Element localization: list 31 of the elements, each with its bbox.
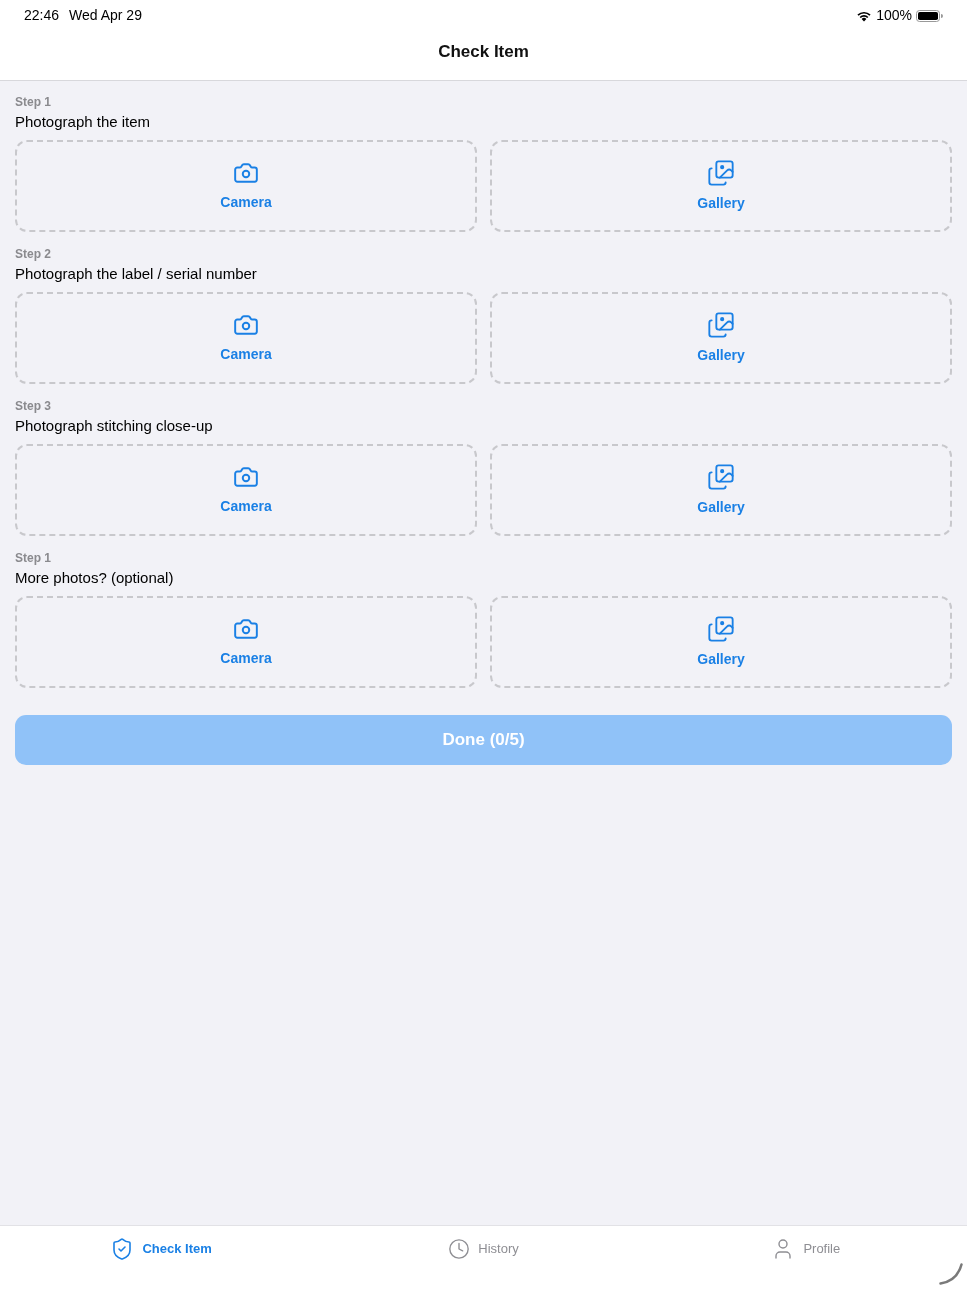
pictures-icon: [707, 462, 735, 491]
wifi-icon: [856, 9, 873, 22]
tab-bar-item[interactable]: Profile: [771, 1236, 841, 1262]
arc-icon: [939, 1263, 963, 1285]
tab-bar-item[interactable]: Check Item: [110, 1236, 212, 1262]
step-label: Step 1: [15, 551, 52, 566]
pictures-icon: [707, 310, 735, 339]
screen-title: Check Item: [438, 40, 529, 63]
battery-percentage: 100%: [876, 6, 912, 25]
step-label: Step 3: [15, 399, 52, 414]
gallery-button[interactable]: Gallery: [490, 140, 952, 232]
pictures-icon: [707, 158, 735, 187]
clock-icon: [448, 1238, 471, 1260]
step-title: Photograph stitching close-up: [15, 416, 214, 436]
step-label: Step 1: [15, 95, 52, 110]
battery-icon: [916, 9, 943, 22]
camera-button[interactable]: Camera: [15, 140, 477, 232]
camera-button[interactable]: Camera: [15, 292, 477, 384]
step-title: More photos? (optional): [15, 568, 175, 588]
gallery-button[interactable]: Gallery: [490, 596, 952, 688]
step-title: Photograph the label / serial number: [15, 264, 258, 284]
pictures-icon: [707, 614, 735, 643]
step-title: Photograph the item: [15, 112, 152, 132]
gallery-button[interactable]: Gallery: [490, 444, 952, 536]
status-date: Wed Apr 29: [69, 6, 142, 25]
status-time: 22:46: [24, 6, 60, 25]
step-label: Step 2: [15, 247, 52, 262]
camera-button[interactable]: Camera: [15, 444, 477, 536]
tab-bar-item[interactable]: History: [448, 1236, 519, 1262]
camera-button[interactable]: Camera: [15, 596, 477, 688]
gallery-button[interactable]: Gallery: [490, 292, 952, 384]
